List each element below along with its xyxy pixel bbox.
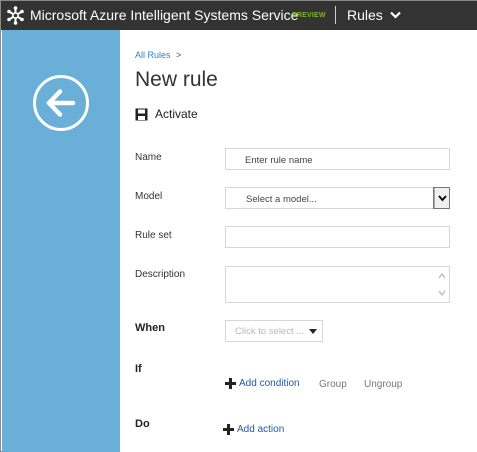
breadcrumb-all-rules[interactable]: All Rules [135, 50, 171, 60]
rule-name-input[interactable]: Enter rule name [225, 148, 450, 170]
back-button[interactable] [33, 75, 89, 131]
when-label: When [135, 322, 165, 334]
rules-menu-button[interactable]: Rules [347, 7, 401, 23]
model-label: Model [135, 191, 163, 202]
add-condition-button[interactable]: Add condition [225, 378, 300, 389]
save-icon [135, 108, 148, 120]
add-condition-label: Add condition [239, 378, 300, 389]
description-label: Description [135, 269, 186, 280]
rule-set-label: Rule set [135, 230, 172, 241]
do-label: Do [135, 418, 150, 430]
activate-button[interactable]: Activate [135, 107, 198, 121]
description-textarea[interactable] [225, 266, 450, 303]
azure-logo-icon[interactable] [6, 6, 25, 25]
app-window: Microsoft Azure Intelligent Systems Serv… [0, 0, 477, 452]
caret-down-icon [309, 329, 317, 334]
main-content: All Rules > New rule Activate Name Enter… [120, 30, 477, 452]
arrow-left-icon [46, 89, 76, 117]
add-action-button[interactable]: Add action [223, 424, 284, 435]
model-select-value: Select a model... [246, 194, 317, 205]
group-button[interactable]: Group [319, 379, 347, 390]
add-action-label: Add action [237, 424, 285, 435]
model-select[interactable]: Select a model... [225, 187, 450, 209]
if-label: If [135, 363, 142, 375]
plus-icon [223, 424, 234, 435]
ungroup-button[interactable]: Ungroup [364, 379, 402, 390]
top-bar: Microsoft Azure Intelligent Systems Serv… [1, 1, 477, 30]
rules-menu-label: Rules [347, 7, 383, 23]
activate-label: Activate [155, 107, 198, 121]
breadcrumb-separator: > [176, 50, 182, 60]
plus-icon [225, 378, 236, 389]
when-select-placeholder: Click to select ... [235, 326, 305, 337]
side-panel [2, 30, 120, 452]
chevron-down-icon [438, 195, 447, 202]
rule-set-input[interactable] [225, 226, 450, 248]
chevron-down-icon [390, 11, 401, 19]
header-divider [335, 6, 336, 24]
page-title: New rule [135, 68, 218, 91]
name-label: Name [135, 152, 162, 163]
service-title[interactable]: Microsoft Azure Intelligent Systems Serv… [30, 7, 298, 23]
model-select-arrow[interactable] [433, 187, 450, 209]
scroll-down-icon[interactable] [437, 288, 447, 298]
preview-badge: PREVIEW [292, 12, 326, 19]
scroll-up-icon[interactable] [437, 271, 447, 281]
when-select[interactable]: Click to select ... [225, 320, 323, 342]
